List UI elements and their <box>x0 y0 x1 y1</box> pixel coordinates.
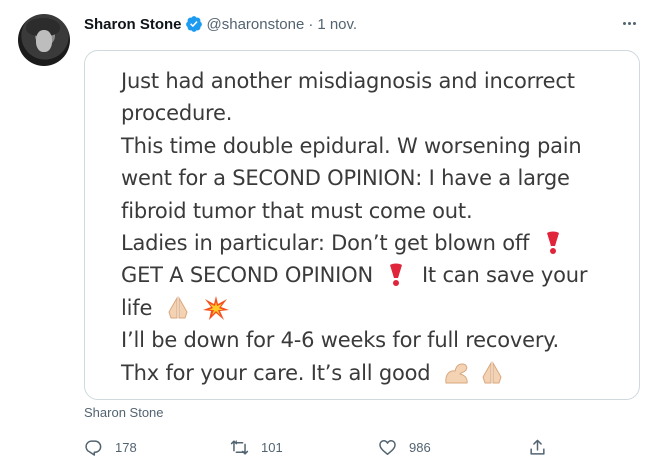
card-text: life <box>121 295 153 320</box>
verified-badge-icon <box>185 16 202 32</box>
card-text: GET A SECOND OPINION <box>121 263 373 288</box>
more-dot <box>627 21 631 25</box>
share-button[interactable] <box>528 436 547 458</box>
card-text: went for a SECOND OPINION: I have a larg… <box>121 166 570 191</box>
card-line: This time double epidural. W worsening p… <box>121 130 619 162</box>
retweet-count: 101 <box>261 439 283 455</box>
card-line: went for a SECOND OPINION: I have a larg… <box>121 162 619 194</box>
red-exclamation-icon <box>546 231 559 255</box>
red-exclamation-icon <box>390 263 403 287</box>
card-line: I’ll be down for 4-6 weeks for full reco… <box>121 324 619 356</box>
tweet-header: Sharon Stone @sharonstone · 1 nov. <box>84 14 357 34</box>
card-text: Just had another misdiagnosis and incorr… <box>121 69 575 93</box>
flexed-biceps-icon <box>445 363 468 384</box>
avatar[interactable] <box>18 14 70 66</box>
tweet-date[interactable]: 1 nov. <box>317 16 357 33</box>
folded-hands-icon <box>482 360 502 384</box>
author-handle[interactable]: @sharonstone <box>207 16 305 33</box>
text-image-card[interactable]: Just had another misdiagnosis and incorr… <box>84 50 640 400</box>
action-bar: 178 101 986 <box>84 436 564 458</box>
reply-count: 178 <box>115 439 137 455</box>
card-text: Thx for your care. It’s all good <box>121 360 431 385</box>
more-dot <box>632 21 636 25</box>
card-text: I’ll be down for 4-6 weeks for full reco… <box>121 328 559 353</box>
share-icon <box>530 439 545 455</box>
like-count: 986 <box>409 439 431 455</box>
tweet: Sharon Stone @sharonstone · 1 nov. Just … <box>0 0 662 467</box>
card-text: This time double epidural. W worsening p… <box>121 133 582 158</box>
card-text: fibroid tumor that must come out. <box>121 198 473 223</box>
collision-icon <box>203 295 230 320</box>
card-line: procedure. <box>121 97 619 129</box>
card-line: GET A SECOND OPINION It can save your <box>121 259 619 291</box>
card-text: procedure. <box>121 101 233 126</box>
author-name[interactable]: Sharon Stone <box>84 16 182 33</box>
reply-icon <box>85 439 102 456</box>
reply-button[interactable]: 178 <box>84 436 137 458</box>
card-line: Ladies in particular: Don’t get blown of… <box>121 227 619 259</box>
card-text: It can save your <box>421 263 588 288</box>
card-line: life <box>121 292 619 324</box>
folded-hands-icon <box>168 295 188 319</box>
more-dot <box>622 21 626 25</box>
card-line: Thx for your care. It’s all good <box>121 357 619 389</box>
more-options-icon[interactable] <box>618 13 640 33</box>
heart-icon <box>379 439 396 455</box>
card-line: fibroid tumor that must come out. <box>121 195 619 227</box>
retweet-button[interactable]: 101 <box>230 436 283 458</box>
retweet-icon <box>230 439 249 455</box>
separator-dot: · <box>308 15 314 33</box>
source-label: Sharon Stone <box>84 405 164 420</box>
card-text: Ladies in particular: Don’t get blown of… <box>121 231 530 256</box>
like-button[interactable]: 986 <box>378 436 431 458</box>
card-line: Just had another misdiagnosis and incorr… <box>121 65 619 97</box>
